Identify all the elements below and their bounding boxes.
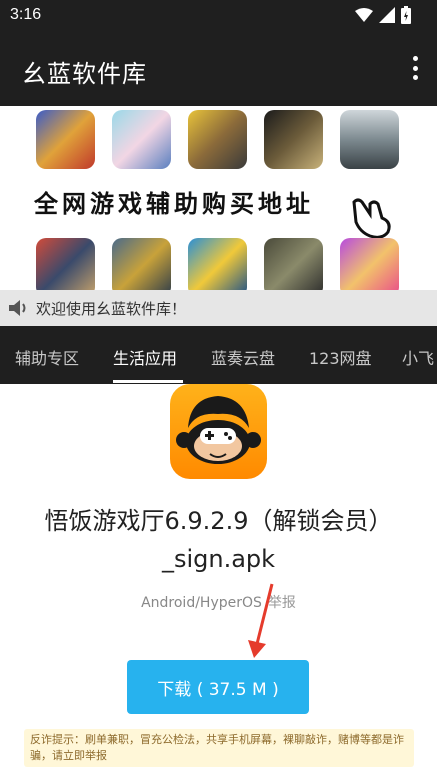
status-time: 3:16	[10, 6, 42, 23]
game-icon	[36, 110, 95, 169]
tab-123-pan[interactable]: 123网盘	[309, 345, 372, 369]
speaker-icon	[9, 300, 26, 316]
app-icon	[170, 384, 267, 479]
file-detail: 悟饭游戏厅6.9.2.9（解锁会员） _sign.apk Android/Hyp…	[0, 384, 437, 777]
platform-label: Android/HyperOS	[141, 595, 262, 611]
tab-xiaofei[interactable]: 小飞	[402, 345, 434, 369]
status-icons	[355, 6, 411, 24]
notice-bar: 欢迎使用幺蓝软件库！	[0, 290, 437, 326]
game-icon	[188, 110, 247, 169]
game-icon	[340, 238, 399, 290]
notice-text: 欢迎使用幺蓝软件库！	[36, 300, 187, 318]
app-bar: 幺蓝软件库	[0, 32, 437, 106]
anti-fraud-warning: 反诈提示：刷单兼职，冒充公检法，共享手机屏幕，裸聊敲诈，赌博等都是诈骗，请立即举…	[24, 729, 414, 767]
game-icon	[112, 238, 171, 290]
game-icon	[264, 110, 323, 169]
game-icons-row-1	[36, 110, 399, 169]
wifi-icon	[355, 8, 373, 22]
signal-icon	[379, 7, 395, 23]
status-bar: 3:16	[0, 0, 437, 32]
battery-icon	[401, 6, 411, 24]
game-icon	[112, 110, 171, 169]
game-icons-row-2	[36, 238, 399, 290]
game-icon	[264, 238, 323, 290]
tab-assist[interactable]: 辅助专区	[15, 345, 79, 369]
tab-lanzou-cloud[interactable]: 蓝奏云盘	[211, 345, 275, 369]
tab-indicator	[113, 380, 183, 383]
game-icon	[188, 238, 247, 290]
file-name-line-1: 悟饭游戏厅6.9.2.9（解锁会员）	[44, 507, 393, 535]
download-button[interactable]: 下载 ( 37.5 M )	[127, 660, 309, 714]
red-arrow-icon	[248, 583, 274, 658]
tab-life-apps[interactable]: 生活应用	[113, 345, 177, 369]
banner-text: 全网游戏辅助购买地址	[34, 189, 314, 218]
promo-banner[interactable]: 全网游戏辅助购买地址	[0, 106, 437, 290]
category-tabs: 辅助专区 生活应用 蓝奏云盘 123网盘 小飞	[0, 326, 437, 384]
platform-line: Android/HyperOS 举报	[0, 592, 437, 612]
pointing-hand-icon	[352, 198, 391, 239]
file-name: 悟饭游戏厅6.9.2.9（解锁会员） _sign.apk	[20, 502, 417, 578]
more-menu-icon[interactable]	[411, 56, 419, 80]
game-icon	[36, 238, 95, 290]
file-name-line-2: _sign.apk	[161, 545, 276, 573]
app-title: 幺蓝软件库	[22, 60, 147, 88]
game-icon	[340, 110, 399, 169]
monkey-face-icon	[176, 396, 261, 464]
